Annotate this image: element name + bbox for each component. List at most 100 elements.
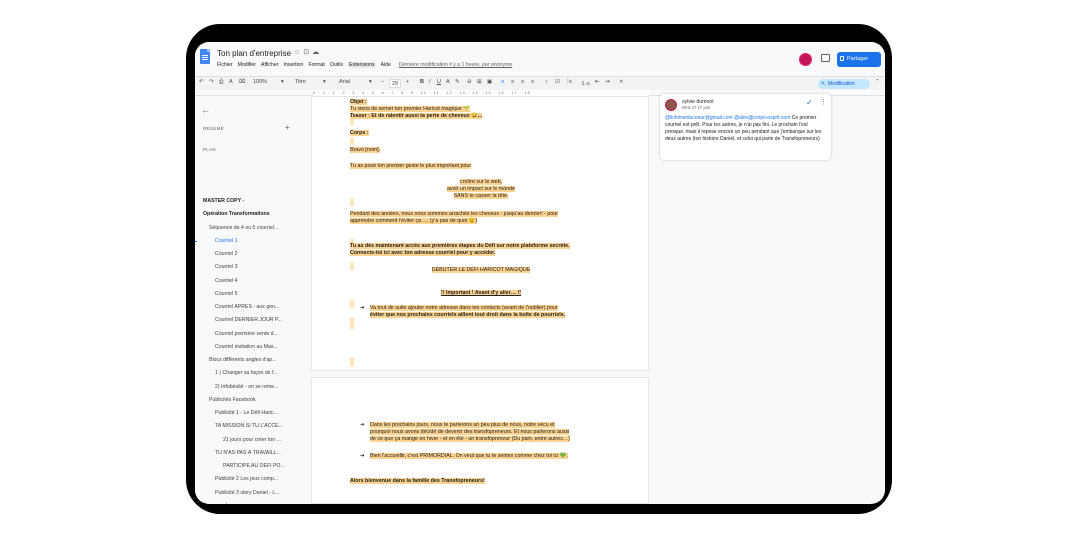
centered-line-1: croître sur le web,	[459, 179, 503, 185]
resolve-check-icon[interactable]: ✓	[806, 98, 813, 107]
menu-format[interactable]: Format	[308, 62, 324, 68]
comment-history-icon[interactable]	[821, 54, 830, 62]
outline-item[interactable]: Courriel APRÈS - aux gen...	[215, 304, 303, 314]
outline-item[interactable]: Courriel 4	[215, 278, 303, 288]
insert-comment-icon[interactable]: ⊞	[477, 79, 482, 85]
style-chevron-icon[interactable]: ▾	[323, 79, 326, 85]
add-summary-icon[interactable]: +	[285, 123, 290, 132]
outline-item[interactable]: 21 jours pour créer ton ...	[223, 437, 303, 447]
comment-card[interactable]: sylvie dumont 09:5 47 17 juin ✓ ⋮ @lichi…	[660, 94, 831, 160]
redo-icon[interactable]: ↷	[209, 79, 214, 85]
indent-decrease-icon[interactable]: ⇤	[595, 79, 600, 85]
share-button[interactable]: Partager	[837, 52, 881, 67]
font-size-decrease-icon[interactable]: −	[381, 79, 384, 85]
align-center-icon[interactable]: ≡	[511, 79, 514, 85]
outline-item[interactable]: Courriel invitation au Mas...	[215, 344, 303, 354]
bold-icon[interactable]: B	[420, 79, 424, 85]
bullet-line: Va tout de suite ajouter notre adresse d…	[370, 305, 558, 311]
undo-icon[interactable]: ↶	[199, 79, 204, 85]
font-size-input[interactable]: 29	[389, 79, 402, 88]
spellcheck-icon[interactable]: A	[229, 79, 233, 85]
outline-item[interactable]: Courriel DERNIER JOUR P...	[215, 317, 303, 327]
bullet-line: Dans les prochains jours, nous te parler…	[370, 422, 555, 428]
paint-format-icon[interactable]: ⌧	[239, 79, 245, 85]
outline-item[interactable]: Courriel première vente d...	[215, 331, 303, 341]
zoom-select[interactable]: 100%	[253, 79, 267, 85]
outline-item[interactable]: Blocs différents angles d'ap...	[209, 357, 303, 367]
zoom-chevron-icon[interactable]: ▾	[281, 79, 284, 85]
underline-icon[interactable]: U	[437, 79, 441, 85]
menu-afficher[interactable]: Afficher	[261, 62, 279, 68]
document-title[interactable]: Ton plan d'entreprise	[217, 49, 291, 58]
outline-item[interactable]: PARTICIPE AU DÉFI PO...	[223, 463, 303, 473]
indent-increase-icon[interactable]: ⇥	[605, 79, 610, 85]
last-edit-link[interactable]: Dernière modification il y a 1 heure, pa…	[399, 62, 512, 68]
bulleted-list-icon[interactable]: ⁝≡	[567, 79, 572, 85]
star-icon[interactable]: ☆	[294, 49, 303, 56]
objet-label: Objet :	[350, 99, 367, 105]
bullet-line: de ce que ça mange en hiver - et en été …	[370, 436, 570, 442]
outline-item[interactable]: TA MISSION SI TU L'ACCE...	[215, 423, 303, 433]
outline-item[interactable]: MASTER COPY -	[203, 198, 303, 208]
highlight-bar	[350, 357, 354, 367]
align-right-icon[interactable]: ≡	[521, 79, 524, 85]
user-avatar[interactable]	[799, 53, 812, 66]
outline-item[interactable]: Courriel 5	[215, 291, 303, 301]
numbered-list-icon[interactable]: ⒈≡	[581, 79, 590, 87]
outline-item[interactable]: Courriel 1	[215, 238, 303, 248]
font-select[interactable]: Arial	[339, 79, 350, 85]
align-justify-icon[interactable]: ≡	[531, 79, 534, 85]
editing-mode-button[interactable]: ✎ Modification	[818, 79, 870, 89]
document-page-1[interactable]: Objet : Tu viens de semer ton premier Ha…	[311, 96, 649, 371]
title-icons: ☆⊡☁	[294, 48, 322, 56]
outline-item[interactable]: Opération Transformations	[203, 211, 303, 221]
outline-item[interactable]: Courriel 2	[215, 251, 303, 261]
print-icon[interactable]: ⎙	[219, 79, 223, 86]
mention-1[interactable]: @lichimieducoeur@gmail.com	[665, 115, 733, 121]
align-left-icon[interactable]: ≡	[501, 79, 504, 85]
insert-image-icon[interactable]: ▣	[487, 79, 492, 85]
menu-extensions[interactable]: Extensions	[348, 62, 376, 68]
google-docs-icon[interactable]	[200, 49, 210, 64]
arrow-bullet-icon: ➔	[360, 422, 365, 428]
menu-fichier[interactable]: Fichier	[217, 62, 233, 68]
link-icon[interactable]: ⊖	[467, 79, 472, 85]
menu-insertion[interactable]: Insertion	[284, 62, 304, 68]
menu-modifier[interactable]: Modifier	[238, 62, 256, 68]
outline-item[interactable]: Courriel 3	[215, 264, 303, 274]
menu-outils[interactable]: Outils	[330, 62, 343, 68]
paragraph-line: Pendant des années, nous nous sommes arr…	[350, 211, 559, 217]
cloud-status-icon[interactable]: ☁	[312, 49, 322, 56]
outline-item[interactable]: TU N'AS PAS À TRAVAILL...	[215, 450, 303, 460]
menu-aide[interactable]: Aide	[381, 62, 391, 68]
highlight-icon[interactable]: ✎	[455, 79, 460, 85]
more-options-icon[interactable]: ⋮	[820, 98, 827, 106]
line-spacing-icon[interactable]: ↕	[545, 79, 548, 85]
cta-link[interactable]: DÉBUTER LE DÉFI HARICOT MAGIQUE	[312, 267, 650, 274]
outline-item[interactable]: Open cart	[203, 503, 303, 504]
back-arrow-icon[interactable]: ←	[201, 105, 210, 115]
toolbar: ↶ ↷ ⎙ A ⌧ 100% ▾ Titre ▾ Arial ▾ − 29 + …	[195, 76, 885, 90]
outline-item[interactable]: Publicités Facebook	[209, 397, 303, 407]
font-chevron-icon[interactable]: ▾	[369, 79, 372, 85]
menu-bar: Fichier Modifier Afficher Insertion Form…	[217, 62, 512, 68]
clear-format-icon[interactable]: ⨯	[619, 79, 624, 85]
outline-item[interactable]: Publicité 2 Les jeux comp...	[215, 476, 303, 486]
arrow-bullet-icon: ➔	[360, 453, 365, 459]
italic-icon[interactable]: I	[429, 79, 431, 85]
text-color-icon[interactable]: A	[446, 79, 450, 85]
checklist-icon[interactable]: ☑	[555, 79, 560, 85]
collapse-menu-icon[interactable]: ⌃	[875, 79, 880, 85]
outline-item[interactable]: Publicité 3 story Daniel - L...	[215, 490, 303, 500]
font-size-increase-icon[interactable]: +	[406, 79, 409, 85]
outline-item[interactable]: Publicité 1 - Le Défi Haric...	[215, 410, 303, 420]
style-select[interactable]: Titre	[295, 79, 306, 85]
outline-item[interactable]: 2) Infobésité - on se reme...	[215, 384, 303, 394]
welcome-line: Alors bienvenue dans la famille des Tran…	[350, 478, 485, 484]
outline-item[interactable]: 1 ) Changer sa façon de f...	[215, 370, 303, 380]
document-page-2[interactable]: ➔ Dans les prochains jours, nous te parl…	[311, 377, 649, 504]
mention-2[interactable]: @alex@corps-esprit.com	[734, 115, 790, 121]
centered-line-3: SANS te casser la tête.	[453, 193, 509, 199]
outline-item[interactable]: Séquence de 4 ou 5 courriel...	[209, 225, 303, 235]
move-folder-icon[interactable]: ⊡	[303, 49, 312, 56]
